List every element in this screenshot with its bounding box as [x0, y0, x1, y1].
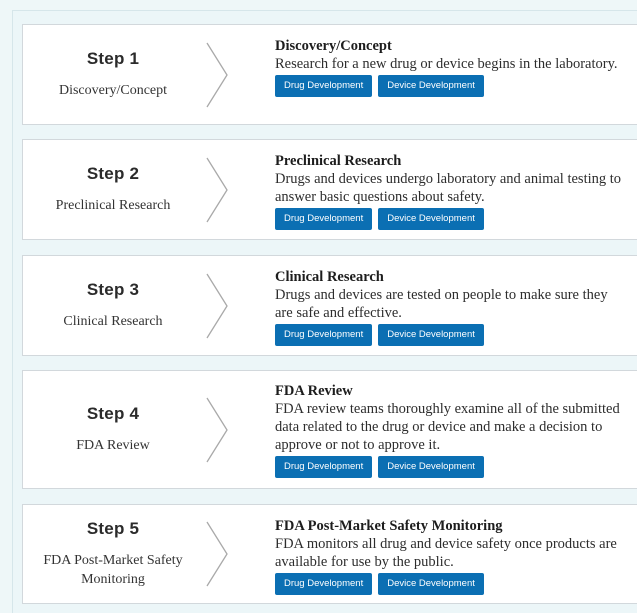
device-development-button[interactable]: Device Development [378, 324, 484, 346]
step-subtitle: Discovery/Concept [58, 83, 168, 98]
device-development-button[interactable]: Device Development [378, 573, 484, 595]
step-card-2: Step 2 Preclinical Research Preclinical … [22, 139, 637, 240]
step-content: FDA Post-Market Safety Monitoring FDA mo… [275, 517, 627, 595]
step-number: Step 3 [86, 280, 140, 299]
step-title: FDA Post-Market Safety Monitoring [275, 518, 503, 534]
button-group: Drug Development Device Development [275, 208, 627, 230]
button-group: Drug Development Device Development [275, 324, 627, 346]
chevron-right-icon [206, 42, 228, 107]
step-title: Preclinical Research [275, 153, 402, 169]
button-group: Drug Development Device Development [275, 573, 627, 595]
step-title: Discovery/Concept [275, 38, 392, 54]
step-description: FDA review teams thoroughly examine all … [275, 401, 620, 453]
chevron-right-icon [206, 157, 228, 222]
step-content: Clinical Research Drugs and devices are … [275, 268, 627, 346]
step-card-3: Step 3 Clinical Research Clinical Resear… [22, 255, 637, 356]
device-development-button[interactable]: Device Development [378, 456, 484, 478]
step-subtitle: Clinical Research [63, 314, 163, 329]
step-number: Step 1 [86, 49, 140, 68]
button-group: Drug Development Device Development [275, 75, 627, 97]
step-header: Step 2 Preclinical Research [23, 140, 203, 239]
step-header: Step 1 Discovery/Concept [23, 25, 203, 124]
step-number: Step 4 [86, 404, 140, 423]
button-group: Drug Development Device Development [275, 456, 627, 478]
drug-development-button[interactable]: Drug Development [275, 456, 373, 478]
step-card-5: Step 5 FDA Post-Market Safety Monitoring… [22, 504, 637, 604]
step-card-1: Step 1 Discovery/Concept Discovery/Conce… [22, 24, 637, 125]
drug-development-button[interactable]: Drug Development [275, 208, 373, 230]
step-description: FDA monitors all drug and device safety … [275, 536, 617, 570]
chevron-right-icon [206, 521, 228, 587]
step-content: FDA Review FDA review teams thoroughly e… [275, 382, 627, 478]
step-description: Drugs and devices undergo laboratory and… [275, 171, 622, 205]
step-description: Research for a new drug or device begins… [275, 56, 618, 72]
device-development-button[interactable]: Device Development [378, 75, 484, 97]
drug-development-button[interactable]: Drug Development [275, 324, 373, 346]
step-title: FDA Review [275, 383, 353, 399]
step-title: Clinical Research [275, 269, 384, 285]
chevron-right-icon [206, 397, 228, 462]
drug-development-button[interactable]: Drug Development [275, 573, 373, 595]
step-subtitle: FDA Review [76, 438, 150, 453]
chevron-right-icon [206, 273, 228, 338]
step-description: Drugs and devices are tested on people t… [275, 287, 608, 321]
step-header: Step 3 Clinical Research [23, 256, 203, 355]
step-header: Step 5 FDA Post-Market Safety Monitoring [23, 505, 203, 603]
drug-development-button[interactable]: Drug Development [275, 75, 373, 97]
step-content: Discovery/Concept Research for a new dru… [275, 37, 627, 97]
device-development-button[interactable]: Device Development [378, 208, 484, 230]
step-subtitle: FDA Post-Market Safety Monitoring [43, 553, 183, 587]
step-subtitle: Preclinical Research [55, 198, 171, 213]
step-card-4: Step 4 FDA Review FDA Review FDA review … [22, 370, 637, 489]
step-number: Step 2 [86, 164, 140, 183]
step-content: Preclinical Research Drugs and devices u… [275, 152, 627, 230]
step-number: Step 5 [86, 519, 140, 538]
step-header: Step 4 FDA Review [23, 371, 203, 488]
